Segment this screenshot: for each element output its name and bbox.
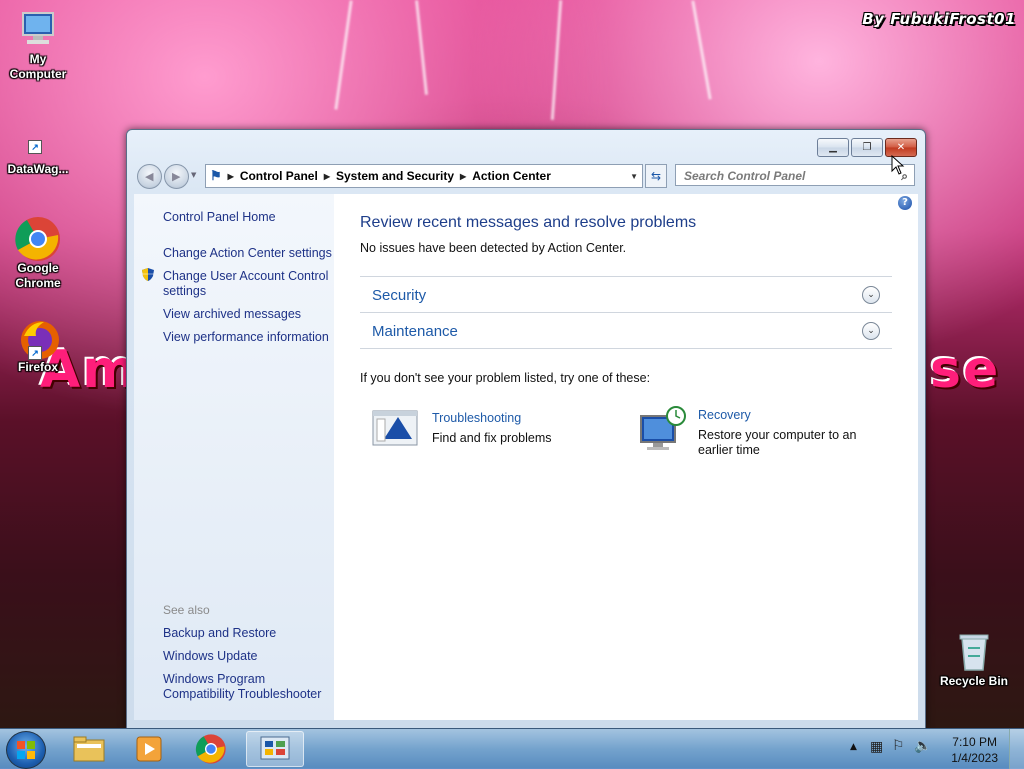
section-maintenance[interactable]: Maintenance ⌄ bbox=[360, 312, 892, 349]
taskbar-explorer-button[interactable] bbox=[62, 731, 116, 767]
breadcrumb-control-panel[interactable]: Control Panel bbox=[240, 169, 318, 183]
sidebar-control-panel-home[interactable]: Control Panel Home bbox=[163, 210, 276, 225]
mouse-cursor-icon bbox=[891, 155, 905, 175]
media-player-icon bbox=[136, 736, 162, 762]
desktop-icon-recycle-bin[interactable]: Recycle Bin bbox=[938, 630, 1010, 689]
main-pane: ? Review recent messages and resolve pro… bbox=[334, 194, 918, 720]
help-icon[interactable]: ? bbox=[898, 196, 912, 210]
chevron-down-icon[interactable]: ⌄ bbox=[862, 322, 880, 340]
status-message: No issues have been detected by Action C… bbox=[360, 241, 627, 255]
recovery-icon bbox=[638, 406, 686, 450]
wallpaper-text-right: se bbox=[930, 340, 1001, 400]
wallpaper-watermark: By FubukiFrost01 bbox=[862, 10, 1016, 28]
recovery-link[interactable]: Recovery bbox=[698, 408, 751, 422]
computer-icon bbox=[18, 10, 58, 50]
chevron-down-icon[interactable]: ⌄ bbox=[862, 286, 880, 304]
control-panel-flag-icon: ⚑ bbox=[210, 168, 222, 183]
refresh-button[interactable]: ⇆ bbox=[645, 164, 667, 188]
sidebar: Control Panel Home Change Action Center … bbox=[134, 194, 334, 720]
shortcut-icon: ↗ bbox=[28, 140, 48, 160]
show-desktop-button[interactable] bbox=[1009, 729, 1024, 769]
folder-icon bbox=[73, 736, 105, 762]
desktop-icon-label: Firefox bbox=[17, 360, 58, 374]
desktop-icon-chrome[interactable]: Google Chrome bbox=[2, 215, 74, 291]
navigation-bar: ◀ ▶ ▼ ⚑ ▶ Control Panel ▶ System and Sec… bbox=[135, 163, 917, 189]
uac-shield-icon bbox=[142, 268, 154, 281]
taskbar-control-panel-button[interactable] bbox=[246, 731, 304, 767]
show-hidden-icons-button[interactable]: ▲ bbox=[850, 742, 857, 752]
breadcrumb-separator-icon: ▶ bbox=[323, 171, 330, 181]
address-dropdown-icon[interactable]: ▼ bbox=[630, 172, 638, 181]
desktop-icon-datawag[interactable]: ↗ DataWag... bbox=[2, 140, 74, 177]
search-input[interactable]: Search Control Panel ⌕ bbox=[675, 164, 915, 186]
wallpaper-lightning bbox=[415, 0, 428, 95]
breadcrumb-action-center[interactable]: Action Center bbox=[472, 169, 551, 183]
section-security-label: Security bbox=[372, 287, 427, 304]
breadcrumb-separator-icon: ▶ bbox=[460, 171, 467, 181]
see-also-heading: See also bbox=[163, 603, 210, 617]
back-button[interactable]: ◀ bbox=[137, 164, 162, 189]
sidebar-view-performance-information[interactable]: View performance information bbox=[163, 330, 329, 345]
sidebar-change-action-center-settings[interactable]: Change Action Center settings bbox=[163, 246, 332, 261]
troubleshooting-icon bbox=[372, 409, 418, 449]
action-center-window: ▁ ❐ ✕ ◀ ▶ ▼ ⚑ ▶ Control Panel ▶ System a… bbox=[126, 129, 926, 729]
taskbar-chrome-button[interactable] bbox=[184, 731, 238, 767]
breadcrumb-system-and-security[interactable]: System and Security bbox=[336, 169, 454, 183]
section-maintenance-label: Maintenance bbox=[372, 323, 458, 340]
wallpaper-lightning bbox=[691, 0, 712, 100]
firefox-icon: ↗ bbox=[18, 318, 59, 360]
see-also-backup-and-restore[interactable]: Backup and Restore bbox=[163, 626, 276, 641]
chrome-icon bbox=[195, 734, 226, 764]
desktop-icon-label: DataWag... bbox=[7, 162, 69, 176]
desktop-icon-label: Recycle Bin bbox=[939, 674, 1009, 688]
recycle-bin-icon bbox=[954, 630, 994, 671]
chrome-icon bbox=[15, 215, 60, 261]
desktop-icon-firefox[interactable]: ↗ Firefox bbox=[2, 318, 74, 375]
clock-date: 1/4/2023 bbox=[951, 751, 998, 765]
recent-pages-dropdown[interactable]: ▼ bbox=[191, 171, 196, 179]
address-bar[interactable]: ⚑ ▶ Control Panel ▶ System and Security … bbox=[205, 164, 643, 188]
wallpaper-lightning bbox=[334, 0, 353, 110]
volume-icon[interactable]: 🔈 bbox=[914, 738, 931, 754]
wallpaper-lightning bbox=[550, 0, 563, 120]
clock[interactable]: 7:10 PM 1/4/2023 bbox=[951, 734, 998, 766]
system-tray: ▲ ▦ ⚐ 🔈 7:10 PM 1/4/2023 bbox=[834, 729, 1024, 769]
network-icon[interactable]: ▦ bbox=[870, 739, 883, 755]
desktop-icon-my-computer[interactable]: My Computer bbox=[2, 10, 74, 82]
windows-logo-icon bbox=[17, 741, 35, 759]
recovery-description: Restore your computer to an earlier time bbox=[698, 428, 857, 457]
search-placeholder: Search Control Panel bbox=[684, 169, 806, 183]
see-also-compatibility-troubleshooter[interactable]: Windows Program Compatibility Troublesho… bbox=[163, 672, 328, 702]
breadcrumb-separator-icon: ▶ bbox=[227, 171, 234, 181]
desktop-icon-label: Google Chrome bbox=[15, 261, 61, 290]
control-panel-icon bbox=[260, 736, 290, 760]
start-button[interactable] bbox=[6, 731, 46, 769]
minimize-button[interactable]: ▁ bbox=[817, 138, 849, 157]
troubleshooting-link[interactable]: Troubleshooting bbox=[432, 411, 521, 425]
try-these-text: If you don't see your problem listed, tr… bbox=[360, 371, 651, 385]
page-title: Review recent messages and resolve probl… bbox=[360, 214, 697, 231]
taskbar: ▲ ▦ ⚐ 🔈 7:10 PM 1/4/2023 bbox=[0, 728, 1024, 769]
clock-time: 7:10 PM bbox=[952, 735, 997, 749]
sidebar-change-uac-settings[interactable]: Change User Account Control settings bbox=[163, 269, 333, 299]
forward-button[interactable]: ▶ bbox=[164, 164, 189, 189]
desktop-icon-label: My Computer bbox=[9, 52, 67, 81]
sidebar-view-archived-messages[interactable]: View archived messages bbox=[163, 307, 301, 322]
see-also-windows-update[interactable]: Windows Update bbox=[163, 649, 258, 664]
troubleshooting-description: Find and fix problems bbox=[432, 431, 552, 445]
taskbar-media-player-button[interactable] bbox=[122, 731, 176, 767]
restore-button[interactable]: ❐ bbox=[851, 138, 883, 157]
section-security[interactable]: Security ⌄ bbox=[360, 276, 892, 312]
action-center-flag-icon[interactable]: ⚐ bbox=[892, 738, 905, 754]
